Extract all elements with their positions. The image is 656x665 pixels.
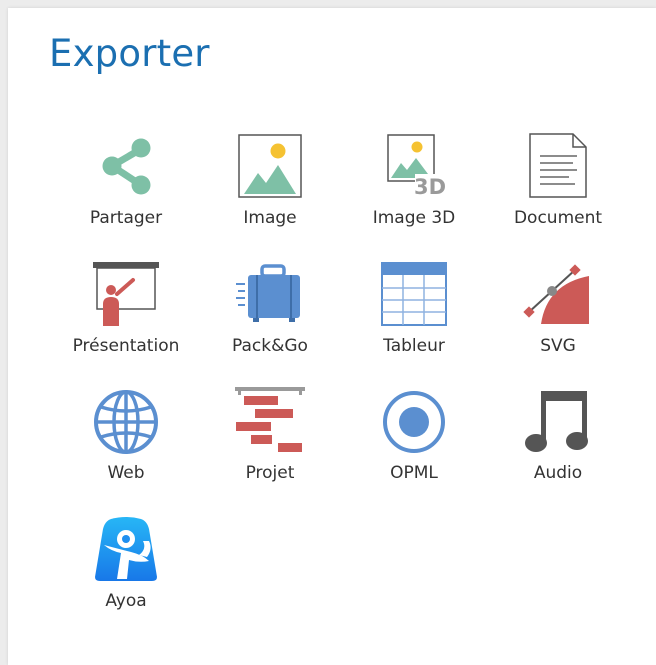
export-label: Web — [107, 463, 145, 483]
suitcase-icon — [235, 260, 305, 330]
gantt-icon — [235, 387, 305, 457]
export-image-3d-button[interactable]: 3D Image 3D — [342, 132, 486, 260]
export-ayoa-button[interactable]: Ayoa — [54, 515, 198, 643]
export-pack-go-button[interactable]: Pack&Go — [198, 260, 342, 388]
export-label: Partager — [89, 208, 163, 228]
export-document-button[interactable]: Document — [486, 132, 630, 260]
export-label: Pack&Go — [232, 335, 308, 356]
export-label: OPML — [390, 463, 438, 483]
document-icon — [523, 132, 593, 202]
export-label: Image 3D — [372, 208, 456, 228]
spreadsheet-icon — [379, 260, 449, 330]
export-label: Ayoa — [105, 590, 147, 611]
image-3d-icon: 3D — [379, 132, 449, 202]
export-audio-button[interactable]: Audio — [486, 387, 630, 515]
export-grid: Partager Image 3D Image 3D Document Prés… — [54, 132, 630, 642]
presentation-icon — [91, 260, 161, 330]
share-icon — [91, 132, 161, 202]
export-label: Image — [243, 208, 297, 228]
radio-circle-icon — [379, 387, 449, 457]
export-svg-button[interactable]: SVG — [486, 260, 630, 388]
svg-text:3D: 3D — [414, 175, 446, 199]
export-tableur-button[interactable]: Tableur — [342, 260, 486, 388]
vector-curve-icon — [523, 260, 593, 330]
export-label: Document — [513, 208, 603, 228]
export-label: SVG — [540, 335, 576, 356]
export-presentation-button[interactable]: Présentation — [54, 260, 198, 388]
ayoa-logo-icon — [91, 515, 161, 585]
export-projet-button[interactable]: Projet — [198, 387, 342, 515]
export-web-button[interactable]: Web — [54, 387, 198, 515]
export-label: Présentation — [72, 335, 180, 356]
globe-icon — [91, 387, 161, 457]
export-label: Tableur — [383, 335, 445, 356]
image-icon — [235, 132, 305, 202]
export-panel: Exporter Partager Image 3D Image 3D Docu… — [8, 8, 656, 665]
export-label: Projet — [245, 463, 295, 483]
export-partager-button[interactable]: Partager — [54, 132, 198, 260]
page-title: Exporter — [49, 32, 210, 75]
export-opml-button[interactable]: OPML — [342, 387, 486, 515]
music-note-icon — [523, 387, 593, 457]
export-label: Audio — [533, 463, 583, 483]
export-image-button[interactable]: Image — [198, 132, 342, 260]
